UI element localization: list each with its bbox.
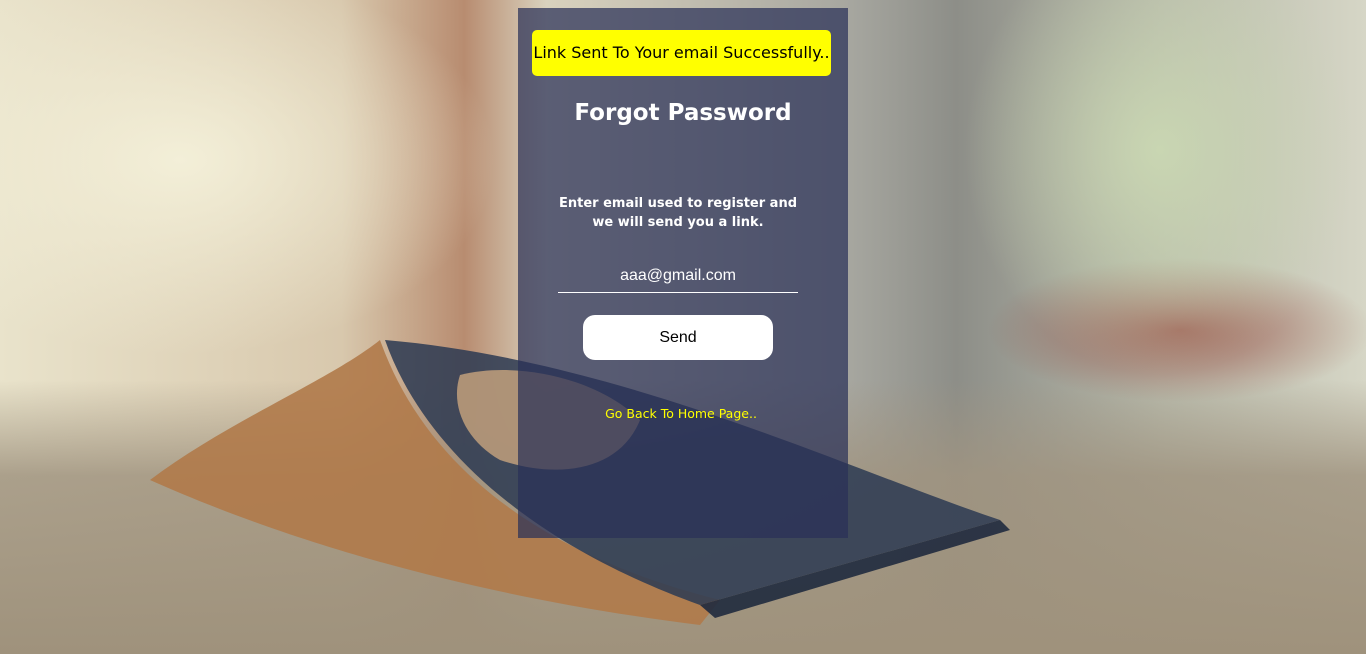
success-alert: Link Sent To Your email Successfully.. (532, 30, 831, 76)
forgot-password-card: Link Sent To Your email Successfully.. F… (518, 8, 848, 538)
instructions-text: Enter email used to register and we will… (558, 196, 798, 230)
send-button[interactable]: Send (583, 315, 773, 360)
page-title: Forgot Password (574, 100, 792, 126)
back-to-home-link[interactable]: Go Back To Home Page.. (518, 406, 844, 421)
email-input[interactable] (558, 260, 798, 293)
